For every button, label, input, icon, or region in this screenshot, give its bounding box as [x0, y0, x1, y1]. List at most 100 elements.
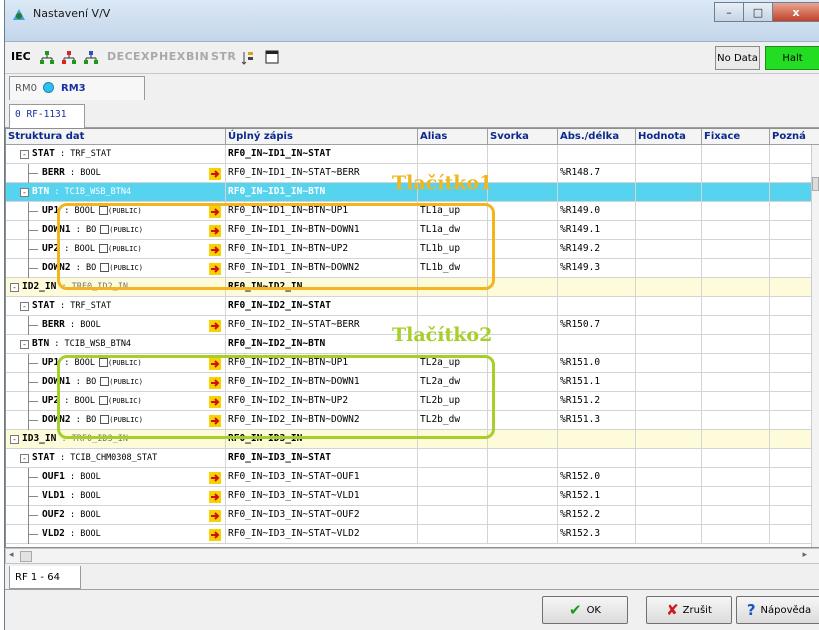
collapse-toggle-icon[interactable]: -	[20, 454, 29, 463]
full-name-cell[interactable]: RF0_IN~ID1_IN~BTN~DOWN1	[226, 221, 418, 240]
value-cell[interactable]	[636, 259, 702, 278]
iec-button[interactable]: IEC	[11, 50, 31, 63]
format-bin-button[interactable]: BIN	[186, 50, 209, 63]
structure-cell[interactable]: UP2 : BOOL (PUBLIC)	[6, 392, 226, 411]
full-name-cell[interactable]: RF0_IN~ID2_IN~BTN	[226, 335, 418, 354]
fixation-cell[interactable]	[702, 164, 770, 183]
terminal-cell[interactable]	[488, 297, 558, 316]
note-cell[interactable]	[770, 392, 814, 411]
value-cell[interactable]	[636, 354, 702, 373]
assign-arrow-icon[interactable]	[209, 358, 221, 370]
structure-cell[interactable]: VLD2 : BOOL	[6, 525, 226, 544]
full-name-cell[interactable]: RF0_IN~ID3_IN~STAT~OUF1	[226, 468, 418, 487]
full-name-cell[interactable]: RF0_IN~ID3_IN~STAT	[226, 449, 418, 468]
full-name-cell[interactable]: RF0_IN~ID3_IN~STAT~VLD2	[226, 525, 418, 544]
fixation-cell[interactable]	[702, 430, 770, 449]
abs-length-cell[interactable]: %R150.7	[558, 316, 636, 335]
alias-cell[interactable]	[418, 525, 488, 544]
fixation-cell[interactable]	[702, 373, 770, 392]
structure-cell[interactable]: VLD1 : BOOL	[6, 487, 226, 506]
structure-cell[interactable]: UP1 : BOOL (PUBLIC)	[6, 202, 226, 221]
abs-length-cell[interactable]: %R149.0	[558, 202, 636, 221]
note-cell[interactable]	[770, 525, 814, 544]
abs-length-cell[interactable]: %R151.3	[558, 411, 636, 430]
terminal-cell[interactable]	[488, 145, 558, 164]
note-cell[interactable]	[770, 221, 814, 240]
note-cell[interactable]	[770, 297, 814, 316]
assign-arrow-icon[interactable]	[209, 244, 221, 256]
structure-cell[interactable]: - ID2_IN : TRF0_ID2_IN	[6, 278, 226, 297]
note-cell[interactable]	[770, 240, 814, 259]
assign-arrow-icon[interactable]	[209, 529, 221, 541]
format-exp-button[interactable]: EXP	[133, 50, 159, 63]
alias-cell[interactable]	[418, 449, 488, 468]
abs-length-cell[interactable]: %R152.2	[558, 506, 636, 525]
note-cell[interactable]	[770, 487, 814, 506]
alias-cell[interactable]	[418, 468, 488, 487]
terminal-cell[interactable]	[488, 335, 558, 354]
terminal-cell[interactable]	[488, 487, 558, 506]
public-checkbox[interactable]	[100, 225, 110, 234]
value-cell[interactable]	[636, 411, 702, 430]
alias-cell[interactable]: TL2b_up	[418, 392, 488, 411]
note-cell[interactable]	[770, 449, 814, 468]
public-checkbox[interactable]	[100, 263, 110, 272]
structure-cell[interactable]: DOWN2 : BO (PUBLIC)	[6, 411, 226, 430]
fixation-cell[interactable]	[702, 525, 770, 544]
sort-icon[interactable]	[241, 50, 255, 66]
table-row[interactable]: OUF2 : BOOL RF0_IN~ID3_IN~STAT~OUF2 %R152.…	[6, 506, 814, 525]
terminal-cell[interactable]	[488, 468, 558, 487]
note-cell[interactable]	[770, 278, 814, 297]
table-row[interactable]: UP1 : BOOL (PUBLIC) RF0_IN~ID2_IN~BTN~UP1 T…	[6, 354, 814, 373]
tab-rf-range[interactable]: RF 1 - 64	[15, 572, 60, 583]
structure-cell[interactable]: - STAT : TRF_STAT	[6, 297, 226, 316]
structure-cell[interactable]: OUF2 : BOOL	[6, 506, 226, 525]
full-name-cell[interactable]: RF0_IN~ID2_IN~BTN~DOWN2	[226, 411, 418, 430]
fixation-cell[interactable]	[702, 297, 770, 316]
collapse-toggle-icon[interactable]: -	[10, 435, 19, 444]
abs-length-cell[interactable]: %R149.3	[558, 259, 636, 278]
abs-length-cell[interactable]: %R148.7	[558, 164, 636, 183]
alias-cell[interactable]: TL1a_dw	[418, 221, 488, 240]
fixation-cell[interactable]	[702, 183, 770, 202]
public-checkbox[interactable]	[99, 396, 108, 405]
terminal-cell[interactable]	[488, 525, 558, 544]
structure-cell[interactable]: UP2 : BOOL (PUBLIC)	[6, 240, 226, 259]
assign-arrow-icon[interactable]	[209, 168, 221, 180]
col-abs-length[interactable]: Abs./délka	[558, 129, 636, 145]
structure-cell[interactable]: - STAT : TCIB_CHM0308_STAT	[6, 449, 226, 468]
alias-cell[interactable]: TL1a_up	[418, 202, 488, 221]
terminal-cell[interactable]	[488, 202, 558, 221]
value-cell[interactable]	[636, 202, 702, 221]
full-name-cell[interactable]: RF0_IN~ID3_IN~STAT~OUF2	[226, 506, 418, 525]
col-structure[interactable]: Struktura dat	[6, 129, 226, 145]
alias-cell[interactable]: TL1b_up	[418, 240, 488, 259]
fixation-cell[interactable]	[702, 240, 770, 259]
ok-button[interactable]: ✔ OK	[542, 596, 628, 624]
format-str-button[interactable]: STR	[211, 50, 236, 63]
abs-length-cell[interactable]: %R149.1	[558, 221, 636, 240]
abs-length-cell[interactable]	[558, 297, 636, 316]
col-value[interactable]: Hodnota	[636, 129, 702, 145]
abs-length-cell[interactable]: %R151.1	[558, 373, 636, 392]
structure-cell[interactable]: - ID3_IN : TRF0_ID3_IN	[6, 430, 226, 449]
col-terminal[interactable]: Svorka	[488, 129, 558, 145]
alias-cell[interactable]: TL2a_up	[418, 354, 488, 373]
abs-length-cell[interactable]: %R152.1	[558, 487, 636, 506]
assign-arrow-icon[interactable]	[209, 377, 221, 389]
full-name-cell[interactable]: RF0_IN~ID2_IN~STAT~BERR	[226, 316, 418, 335]
fixation-cell[interactable]	[702, 202, 770, 221]
table-row[interactable]: - ID3_IN : TRF0_ID3_IN RF0_IN~ID3_IN	[6, 430, 814, 449]
terminal-cell[interactable]	[488, 164, 558, 183]
tree-icon-red[interactable]	[61, 50, 77, 66]
assign-arrow-icon[interactable]	[209, 225, 221, 237]
fixation-cell[interactable]	[702, 259, 770, 278]
fixation-cell[interactable]	[702, 468, 770, 487]
assign-arrow-icon[interactable]	[209, 510, 221, 522]
fixation-cell[interactable]	[702, 316, 770, 335]
abs-length-cell[interactable]: %R152.3	[558, 525, 636, 544]
table-row[interactable]: UP2 : BOOL (PUBLIC) RF0_IN~ID2_IN~BTN~UP2 T…	[6, 392, 814, 411]
abs-length-cell[interactable]	[558, 449, 636, 468]
table-row[interactable]: - STAT : TCIB_CHM0308_STAT RF0_IN~ID3_IN~S…	[6, 449, 814, 468]
fixation-cell[interactable]	[702, 221, 770, 240]
